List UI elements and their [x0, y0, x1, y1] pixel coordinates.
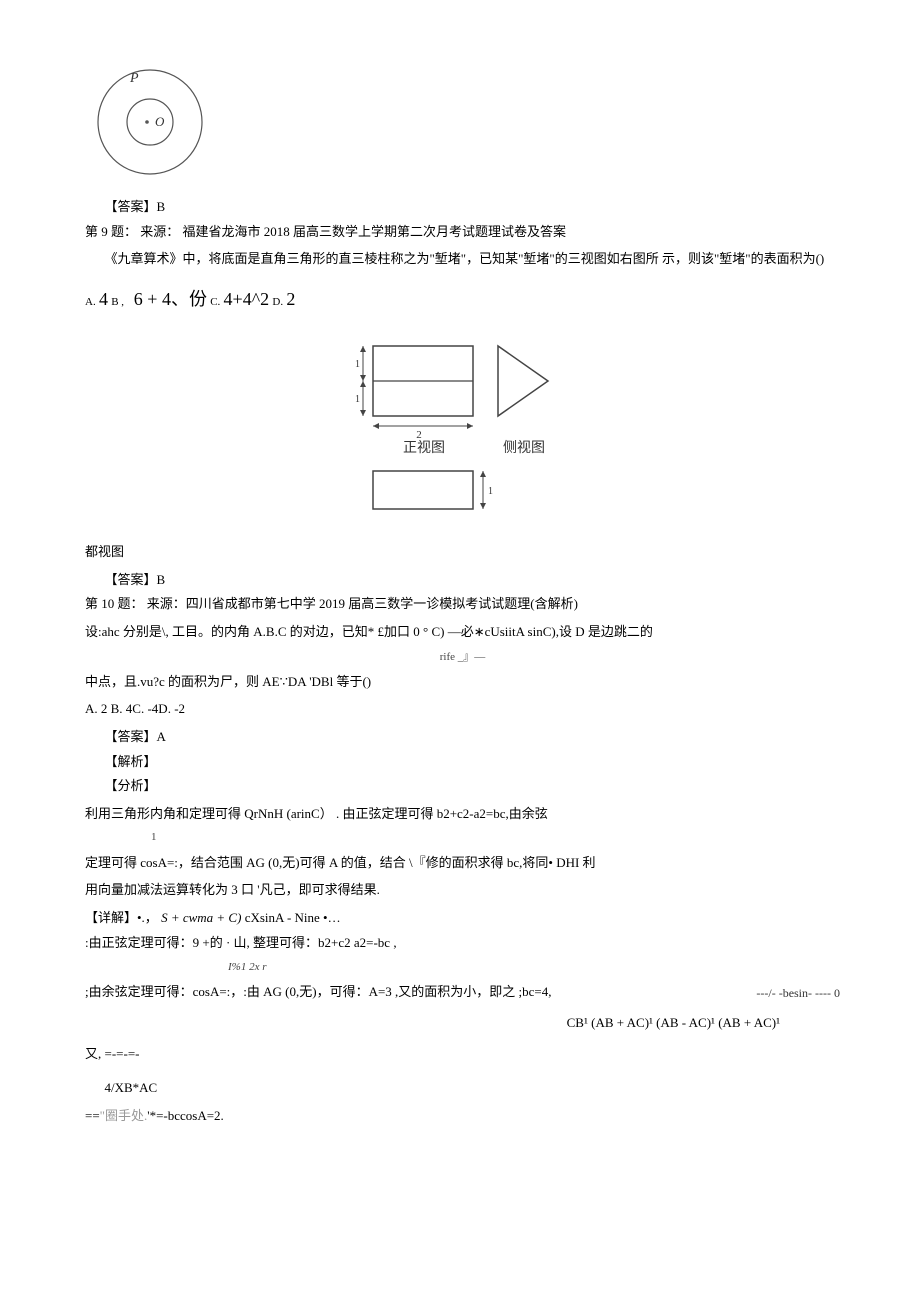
- svg-text:1: 1: [488, 486, 493, 497]
- detail-p5: :由正弦定理可得：9 +的 · 山, 整理可得：b2+c2 a2=-bc ,: [85, 931, 840, 956]
- answer-8: 【答案】B: [105, 195, 841, 220]
- q9-opt-b-value: 6 + 4、份: [134, 289, 207, 309]
- q10-line1: 设:ahc 分别是\, 工目。的内角 A.B.C 的对边，已知* £加口 0 °…: [85, 620, 840, 645]
- svg-text:1: 1: [355, 394, 360, 405]
- three-view-figure: 1 1 2 正视图 侧视图 1: [85, 336, 840, 535]
- p6-row: ---/- -besin- ---- 0 ;由余弦定理可得：cosA=:，:由 …: [85, 980, 840, 1005]
- q10-mid-fragment: rife _』—: [85, 647, 840, 668]
- detail-p6: ;由余弦定理可得：cosA=:，:由 AG (0,无)，可得：A=3 ,又的面积…: [85, 984, 552, 999]
- side-note: ---/- -besin- ---- 0: [756, 982, 840, 1005]
- detail-p8: 又, =-=-=-: [85, 1042, 840, 1067]
- jiexi-label: 【解析】: [105, 750, 841, 775]
- detail-p4b: S + cwma + C): [161, 910, 241, 925]
- q10-options: A. 2 B. 4C. -4D. -2: [85, 697, 840, 722]
- analysis-p3: 用向量加减法运算转化为 3 口 '凡己，即可求得结果.: [85, 878, 840, 903]
- top-view-caption: 都视图: [85, 540, 840, 565]
- answer-9: 【答案】B: [105, 568, 841, 593]
- detail-p10: =="圈手处.'*=-bccosA=2.: [85, 1104, 840, 1129]
- q9-header: 第 9 题： 来源： 福建省龙海市 2018 届高三数学上学期第二次月考试题理试…: [85, 220, 840, 245]
- q10-line2: 中点，且.vu?c 的面积为尸，则 AE∵DA 'DBl 等于(): [85, 670, 840, 695]
- svg-text:1: 1: [355, 359, 360, 370]
- q9-opt-d-value: 2: [286, 289, 295, 309]
- label-p: P: [129, 71, 139, 86]
- q10-header: 第 10 题： 来源：四川省成都市第七中学 2019 届高三数学一诊模拟考试试题…: [85, 592, 840, 617]
- q9-opt-b-label: B ,: [111, 296, 124, 308]
- q9-options: A. 4 B , 6 + 4、份 C. 4+4^2 D. 2: [85, 282, 840, 316]
- q9-opt-d-label: D.: [272, 296, 283, 308]
- svg-text:正视图: 正视图: [403, 440, 445, 456]
- detail-p5-sub: I%1 2x r: [228, 957, 840, 978]
- svg-text:2: 2: [416, 429, 422, 441]
- svg-text:侧视图: 侧视图: [503, 440, 545, 456]
- answer-10: 【答案】A: [105, 725, 841, 750]
- detail-p10b: '*=-bccosA=2.: [147, 1108, 224, 1123]
- q9-opt-c-value: 4+4^2: [224, 289, 270, 309]
- detail-p10a: ==: [85, 1108, 100, 1123]
- label-o: O: [155, 114, 165, 129]
- q9-opt-a-value: 4: [99, 289, 108, 309]
- detail-p4: 【详解】•.， S + cwma + C) cXsinA - Nine •…: [85, 906, 840, 931]
- detail-p4c: cXsinA - Nine •…: [245, 910, 341, 925]
- analysis-p1: 利用三角形内角和定理可得 QrNnH (arinC） . 由正弦定理可得 b2+…: [85, 802, 840, 827]
- q9-opt-c-label: C.: [210, 296, 220, 308]
- analysis-p1-sub: 1: [151, 827, 840, 848]
- detail-p10-gray: "圈手处.: [100, 1108, 148, 1123]
- concentric-circles-figure: P O: [85, 60, 840, 180]
- detail-p7: CB¹ (AB + AC)¹ (AB - AC)¹ (AB + AC)¹: [85, 1011, 780, 1036]
- analysis-p2: 定理可得 cosA=:，结合范围 AG (0,无)可得 A 的值，结合 \『修的…: [85, 851, 840, 876]
- detail-p9: 4/XB*AC: [105, 1076, 841, 1101]
- q9-opt-a-label: A.: [85, 296, 96, 308]
- fenxi-label: 【分析】: [105, 774, 841, 799]
- q9-body: 《九章算术》中，将底面是直角三角形的直三棱柱称之为"堑堵"，已知某"堑堵"的三视…: [85, 247, 840, 272]
- detail-p4a: 【详解】•.，: [85, 910, 158, 925]
